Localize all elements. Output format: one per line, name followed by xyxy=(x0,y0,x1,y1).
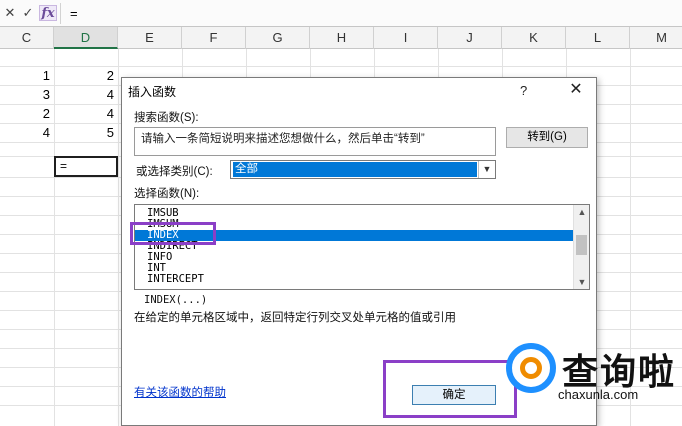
close-icon[interactable]: ✕ xyxy=(562,78,590,102)
search-input[interactable]: 请输入一条简短说明来描述您想做什么，然后单击“转到” xyxy=(134,127,496,156)
column-header-e[interactable]: E xyxy=(118,27,182,49)
list-item[interactable]: INT xyxy=(147,263,572,274)
category-label: 或选择类别(C): xyxy=(136,166,213,178)
column-header-row: C D E F G H I J K L M xyxy=(0,27,682,49)
watermark-domain: chaxunla.com xyxy=(558,387,639,402)
insert-function-button[interactable]: fx xyxy=(39,5,57,21)
column-header-k[interactable]: K xyxy=(502,27,566,49)
cell-c3[interactable]: 2 xyxy=(0,104,54,123)
function-list[interactable]: IMSUB IMSUM INDEX INDIRECT INFO INT INTE… xyxy=(134,204,590,290)
column-header-g[interactable]: G xyxy=(246,27,310,49)
column-header-d[interactable]: D xyxy=(54,27,118,49)
cell-d3[interactable]: 4 xyxy=(54,104,118,123)
chevron-down-icon[interactable]: ▼ xyxy=(574,275,590,289)
cell-c4[interactable]: 4 xyxy=(0,123,54,142)
function-description: 在给定的单元格区域中，返回特定行列交叉处单元格的值或引用 xyxy=(134,312,456,324)
list-item[interactable]: INTERCEPT xyxy=(147,274,572,285)
cell-d1[interactable]: 2 xyxy=(54,66,118,85)
chevron-up-icon[interactable]: ▲ xyxy=(574,205,590,219)
search-label: 搜索函数(S): xyxy=(134,112,199,124)
search-icon xyxy=(506,343,556,393)
column-header-h[interactable]: H xyxy=(310,27,374,49)
function-list-label: 选择函数(N): xyxy=(134,188,200,200)
column-header-m[interactable]: M xyxy=(630,27,682,49)
list-item[interactable]: INFO xyxy=(147,252,572,263)
column-header-j[interactable]: J xyxy=(438,27,502,49)
active-cell[interactable]: = xyxy=(54,156,118,177)
cell-c2[interactable]: 3 xyxy=(0,85,54,104)
cell-d4[interactable]: 5 xyxy=(54,123,118,142)
column-header-f[interactable]: F xyxy=(182,27,246,49)
formula-bar: ✕ ✓ fx = xyxy=(0,0,682,27)
column-header-i[interactable]: I xyxy=(374,27,438,49)
function-syntax: INDEX(...) xyxy=(144,294,208,306)
category-selected-value: 全部 xyxy=(233,162,477,177)
help-icon[interactable]: ? xyxy=(520,83,527,98)
dialog-title: 插入函数 xyxy=(128,85,177,99)
scrollbar-thumb[interactable] xyxy=(576,235,587,255)
column-header-l[interactable]: L xyxy=(566,27,630,49)
list-item[interactable]: IMSUB xyxy=(147,208,572,219)
formula-bar-divider xyxy=(60,3,61,24)
category-select[interactable]: 全部 ▼ xyxy=(230,160,496,179)
help-link[interactable]: 有关该函数的帮助 xyxy=(134,384,226,400)
highlight-box-ok xyxy=(383,360,517,418)
cancel-icon[interactable]: ✕ xyxy=(2,5,18,21)
scrollbar[interactable]: ▲ ▼ xyxy=(573,205,589,289)
watermark-logo: 查询啦 chaxunla.com xyxy=(500,333,682,426)
column-header-c[interactable]: C xyxy=(0,27,54,49)
chevron-down-icon[interactable]: ▼ xyxy=(478,161,495,178)
formula-input[interactable]: = xyxy=(70,6,78,21)
grid-line xyxy=(118,49,119,426)
cell-d2[interactable]: 4 xyxy=(54,85,118,104)
enter-icon[interactable]: ✓ xyxy=(20,5,36,21)
highlight-box-index xyxy=(130,222,216,245)
cell-c1[interactable]: 1 xyxy=(0,66,54,85)
go-button[interactable]: 转到(G) xyxy=(506,127,588,148)
